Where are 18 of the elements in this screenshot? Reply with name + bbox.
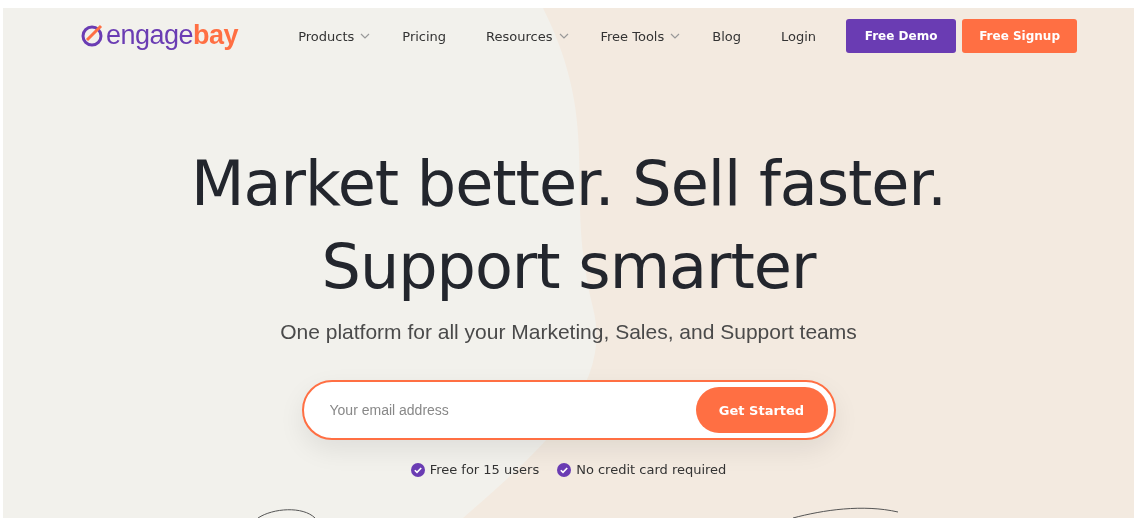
check-badge-icon bbox=[557, 462, 572, 477]
nav-link[interactable]: Products bbox=[298, 28, 371, 44]
nav-link[interactable]: Login bbox=[781, 28, 817, 44]
demo-button[interactable]: Free Demo bbox=[846, 19, 957, 53]
logo-icon[interactable] bbox=[81, 23, 105, 47]
nav-link[interactable]: Blog bbox=[712, 28, 741, 44]
perk-text: No credit card required bbox=[576, 462, 727, 477]
chevron-down-icon bbox=[558, 31, 569, 41]
hero-subtitle: One platform for all your Marketing, Sales, and Support teams bbox=[280, 320, 857, 344]
chevron-down-icon bbox=[360, 31, 371, 41]
nav-link[interactable]: Pricing bbox=[402, 28, 447, 44]
logo-text[interactable]: engage bbox=[106, 19, 194, 51]
chevron-down-icon bbox=[670, 31, 681, 41]
hero-title: Market better. Sell faster. Support smarter bbox=[190, 146, 947, 305]
perk-text: Free for 15 users bbox=[429, 462, 540, 477]
nav-link[interactable]: Free Tools bbox=[600, 28, 681, 44]
check-badge-icon bbox=[410, 462, 425, 477]
nav-link[interactable]: Resources bbox=[486, 28, 569, 44]
